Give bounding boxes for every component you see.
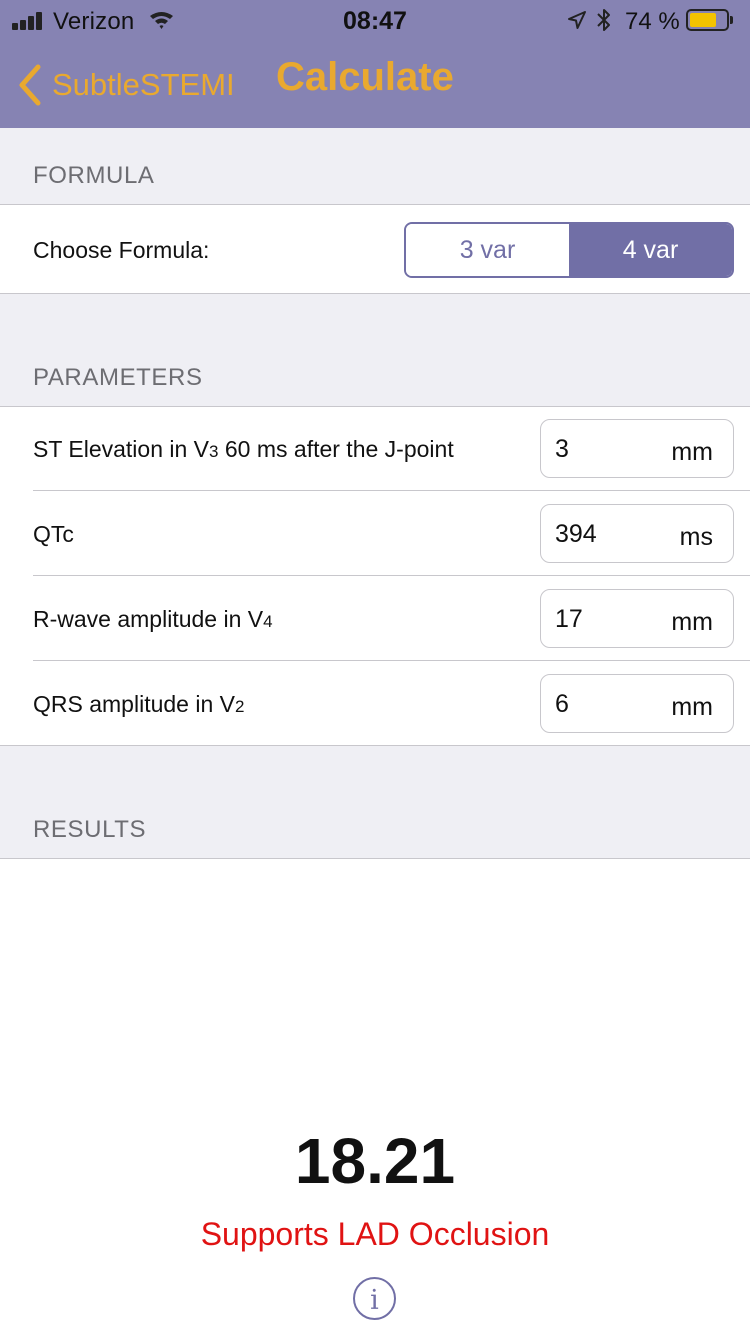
input-unit: mm [671,438,713,466]
battery-icon [686,9,729,31]
input-unit: ms [679,523,713,551]
parameter-label-qrs: QRS amplitude in V2 [33,691,244,718]
st-elevation-input[interactable]: 3 mm [540,419,734,478]
qtc-input[interactable]: 394 ms [540,504,734,563]
choose-formula-label: Choose Formula: [33,237,210,263]
section-header-formula: FORMULA [33,162,155,189]
section-header-results: RESULTS [33,816,147,843]
label-text: R-wave amplitude in V [33,606,264,632]
lead-number: 2 [234,697,245,716]
input-value: 6 [555,690,569,718]
label-text-tail: 60 ms after the J-point [218,436,454,462]
input-unit: mm [671,693,713,721]
status-bar: Verizon 08:47 74 % [0,0,750,40]
svg-text:i: i [370,1285,379,1316]
input-value: 17 [555,605,583,633]
row-divider [33,660,750,661]
formula-segmented-control[interactable]: 3 var 4 var [404,222,734,278]
location-arrow-icon [568,11,586,29]
qrs-input[interactable]: 6 mm [540,674,734,733]
segment-option-4-var[interactable]: 4 var [569,224,732,276]
chevron-left-icon [19,64,41,106]
parameter-label-r-wave: R-wave amplitude in V4 [33,606,273,633]
battery-cap [730,16,733,24]
section-header-parameters: PARAMETERS [33,364,203,391]
navigation-header: Verizon 08:47 74 % SubtleSTEMI Calculate [0,0,750,128]
battery-level-fill [690,13,716,27]
battery-percentage: 74 % [625,8,680,35]
input-value: 3 [555,435,569,463]
lead-number: 4 [263,612,273,631]
back-button[interactable]: SubtleSTEMI [14,56,235,114]
parameter-label-st-elevation: ST Elevation in V3 60 ms after the J-poi… [33,436,454,463]
row-divider [33,490,750,491]
page-title: Calculate [276,55,454,99]
back-button-label: SubtleSTEMI [52,67,235,102]
row-divider [33,575,750,576]
input-unit: mm [671,608,713,636]
info-icon[interactable]: i [352,1276,397,1321]
results-panel [0,858,750,1334]
label-text: ST Elevation in V [33,436,210,462]
label-text: QRS amplitude in V [33,691,235,717]
bluetooth-icon [597,9,610,31]
r-wave-input[interactable]: 17 mm [540,589,734,648]
parameter-label-qtc: QTc [33,521,74,548]
input-value: 394 [555,520,597,548]
label-text: QTc [33,521,74,547]
result-score: 18.21 [294,1125,456,1197]
segment-option-3-var[interactable]: 3 var [406,224,569,276]
result-interpretation: Supports LAD Occlusion [200,1216,550,1252]
